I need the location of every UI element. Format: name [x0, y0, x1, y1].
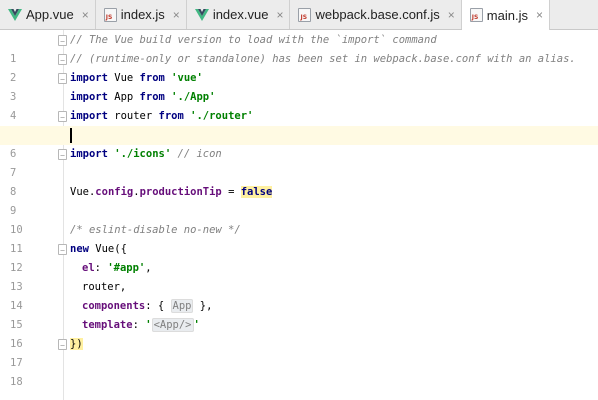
tab-index-vue[interactable]: index.vue ×: [187, 0, 291, 29]
folded-region[interactable]: App: [170, 299, 194, 313]
tab-label: index.vue: [212, 7, 269, 22]
close-icon[interactable]: ×: [276, 8, 283, 22]
code-text: // (runtime-only or standalone) has been…: [70, 53, 576, 65]
js-file-icon: JS: [469, 8, 483, 22]
tab-label: index.js: [120, 7, 165, 22]
code-line-current[interactable]: 6: [0, 126, 598, 160]
code-line[interactable]: 3 − import Vue from 'vue': [0, 69, 598, 103]
vue-icon: [194, 8, 209, 21]
close-icon[interactable]: ×: [82, 8, 89, 22]
tab-label: App.vue: [26, 7, 74, 22]
js-file-icon: JS: [103, 7, 117, 22]
folded-region[interactable]: <App/>: [151, 318, 194, 332]
code-line[interactable]: 16 template: ' <App/> ': [0, 316, 598, 350]
tab-webpack-base-conf-js[interactable]: JS webpack.base.conf.js ×: [290, 0, 462, 29]
fold-icon[interactable]: −: [58, 339, 67, 350]
fold-icon[interactable]: −: [58, 111, 67, 122]
code-text: el: '#app',: [82, 262, 152, 274]
code-line[interactable]: 13 el: '#app',: [0, 259, 598, 293]
code-line[interactable]: 2 − // (runtime-only or standalone) has …: [0, 50, 598, 84]
fold-icon[interactable]: −: [58, 73, 67, 84]
fold-icon[interactable]: −: [58, 149, 67, 160]
code-text: components: { App },: [82, 299, 213, 313]
tab-label: main.js: [486, 7, 528, 23]
code-line[interactable]: 1 − // The Vue build version to load wit…: [0, 31, 598, 65]
code-text: import App from './App': [70, 91, 216, 103]
code-line[interactable]: 17 − }): [0, 335, 598, 369]
code-line[interactable]: 15 components: { App },: [0, 297, 598, 331]
code-line[interactable]: 14 router,: [0, 278, 598, 312]
code-text: new Vue({: [70, 243, 127, 255]
code-text: /* eslint-disable no-new */: [70, 224, 241, 236]
close-icon[interactable]: ×: [536, 8, 543, 22]
fold-icon[interactable]: −: [58, 244, 67, 255]
tab-app-vue[interactable]: App.vue ×: [0, 0, 96, 29]
editor-tab-bar: App.vue × JS index.js × index.vue × JS w…: [0, 0, 598, 30]
code-text: import Vue from 'vue': [70, 72, 203, 84]
code-text: import './icons' // icon: [70, 148, 222, 160]
close-icon[interactable]: ×: [173, 8, 180, 22]
tab-main-js[interactable]: JS main.js ×: [461, 0, 550, 30]
code-line[interactable]: 7 − import './icons' // icon: [0, 145, 598, 179]
code-editor[interactable]: 1 − // The Vue build version to load wit…: [0, 30, 598, 400]
code-line[interactable]: 12 − new Vue({: [0, 240, 598, 274]
code-line[interactable]: 9 Vue.config.productionTip = false: [0, 183, 598, 217]
code-text: import router from './router': [70, 110, 254, 122]
code-line[interactable]: 5 − import router from './router': [0, 107, 598, 141]
text-caret: [70, 128, 72, 143]
code-line[interactable]: 11 /* eslint-disable no-new */: [0, 221, 598, 255]
code-text: }): [70, 338, 83, 350]
tab-index-js[interactable]: JS index.js ×: [96, 0, 187, 29]
code-line[interactable]: 10: [0, 202, 598, 236]
close-icon[interactable]: ×: [448, 8, 455, 22]
vue-icon: [8, 8, 22, 21]
code-line[interactable]: 8: [0, 164, 598, 198]
fold-icon[interactable]: −: [58, 35, 67, 46]
js-file-icon: JS: [298, 7, 312, 22]
code-line[interactable]: 4 import App from './App': [0, 88, 598, 122]
code-text: template: ' <App/> ': [82, 318, 200, 332]
fold-icon[interactable]: −: [58, 54, 67, 65]
tab-label: webpack.base.conf.js: [315, 7, 440, 22]
code-text: router,: [82, 281, 127, 293]
line-number: 18: [10, 376, 23, 388]
code-text: Vue.config.productionTip = false: [70, 186, 273, 198]
code-text: // The Vue build version to load with th…: [70, 34, 437, 46]
code-line[interactable]: 18: [0, 354, 598, 388]
